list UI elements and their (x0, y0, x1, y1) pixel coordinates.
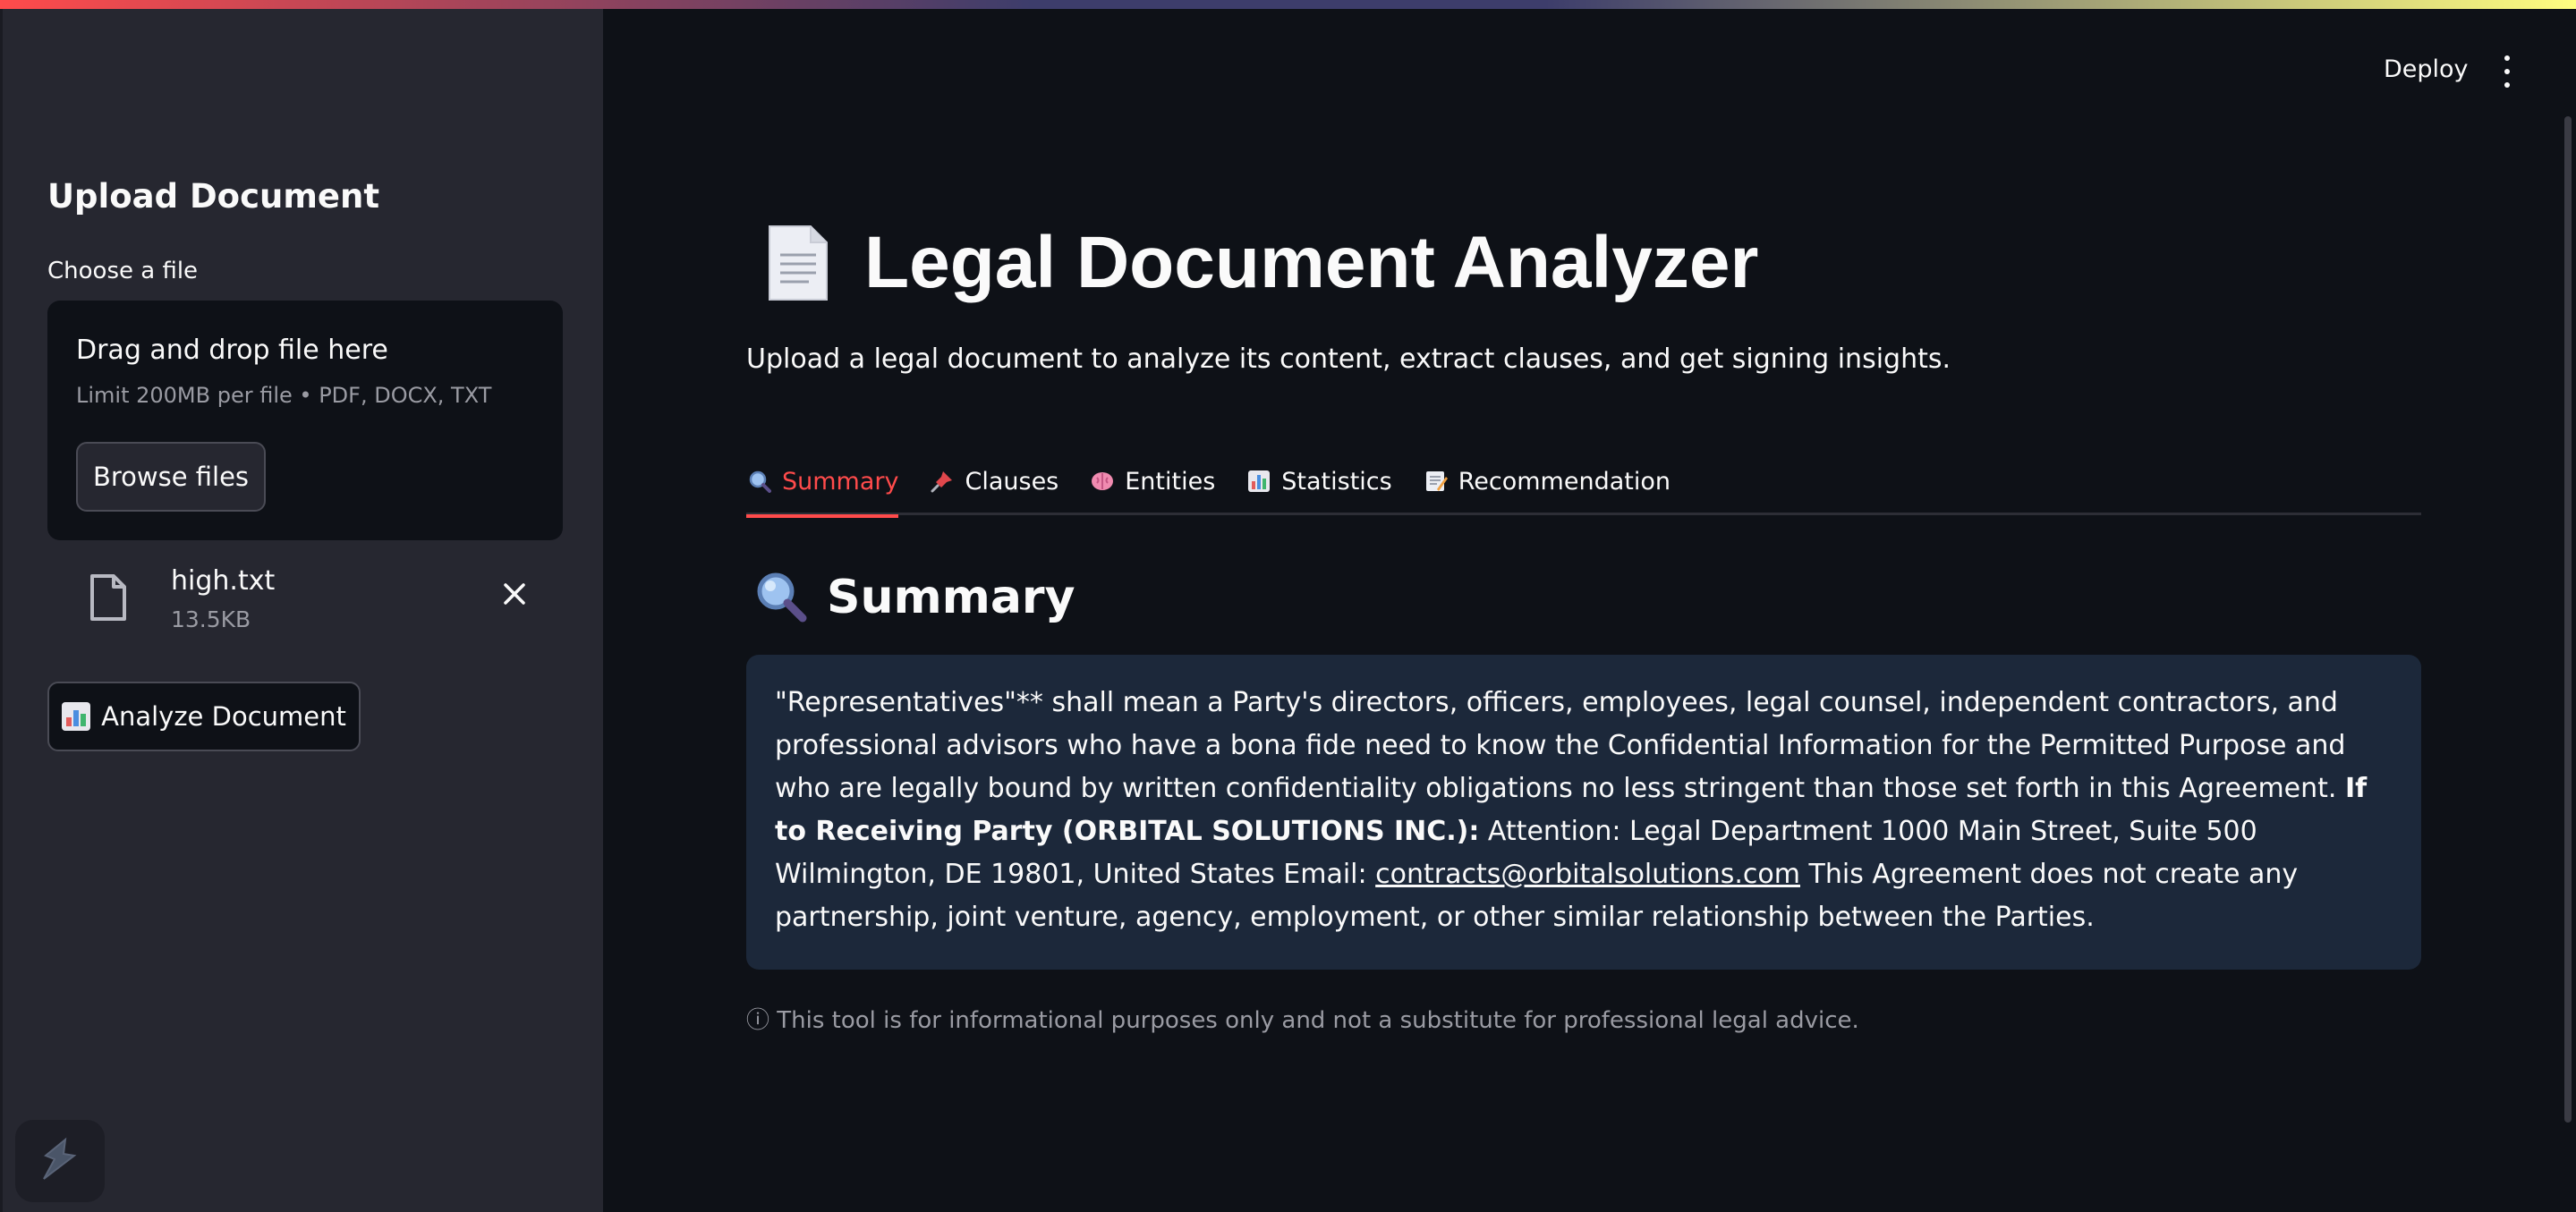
tab-summary-label: Summary (782, 467, 899, 496)
tab-statistics[interactable]: Statistics (1245, 456, 1392, 515)
analyze-button-label: Analyze Document (101, 701, 346, 732)
magnifier-icon (753, 569, 807, 626)
summary-box: "Representatives"** shall mean a Party's… (746, 655, 2421, 970)
uploaded-file-item: high.txt 13.5KB (47, 555, 563, 644)
file-name: high.txt (171, 565, 276, 597)
file-uploader-label: Choose a file (47, 258, 199, 284)
memo-icon (1423, 468, 1450, 495)
tab-statistics-label: Statistics (1281, 467, 1392, 496)
dropzone-title: Drag and drop file here (76, 335, 388, 366)
tab-bar: Summary Clauses Entities Statistics Reco… (746, 456, 2421, 518)
analyze-document-button[interactable]: Analyze Document (47, 682, 361, 751)
tab-clauses-label: Clauses (965, 467, 1059, 496)
sidebar-title: Upload Document (47, 177, 380, 216)
document-icon (764, 223, 832, 303)
page-title-row: Legal Document Analyzer (764, 218, 1758, 308)
summary-text-part1: "Representatives"** shall mean a Party's… (775, 687, 2346, 804)
top-decoration-stripe (0, 0, 2576, 9)
tab-recommendation[interactable]: Recommendation (1423, 456, 1671, 515)
section-title: Summary (827, 571, 1075, 624)
tab-entities-label: Entities (1125, 467, 1216, 496)
dropzone-limit: Limit 200MB per file • PDF, DOCX, TXT (76, 383, 492, 408)
browse-files-button[interactable]: Browse files (76, 442, 266, 512)
file-size: 13.5KB (171, 606, 251, 632)
page-title: Legal Document Analyzer (864, 222, 1759, 303)
brain-icon (1089, 468, 1116, 495)
main-menu-icon[interactable] (2496, 55, 2518, 88)
magnifier-icon (746, 468, 773, 495)
tab-recommendation-label: Recommendation (1458, 467, 1671, 496)
section-header: Summary (753, 562, 1075, 633)
sidebar: Upload Document Choose a file Drag and d… (0, 0, 603, 1212)
file-icon (89, 572, 128, 623)
tab-summary[interactable]: Summary (746, 456, 899, 518)
tab-entities[interactable]: Entities (1089, 456, 1215, 515)
pushpin-icon (929, 468, 956, 495)
summary-email-link[interactable]: contracts@orbitalsolutions.com (1375, 859, 1800, 890)
disclaimer-text: ⓘ This tool is for informational purpose… (746, 1007, 1859, 1034)
tab-clauses[interactable]: Clauses (929, 456, 1058, 515)
main-content: Legal Document Analyzer Upload a legal d… (746, 0, 2421, 1212)
streamlit-logo-icon[interactable] (15, 1120, 105, 1202)
file-dropzone[interactable]: Drag and drop file here Limit 200MB per … (47, 301, 563, 540)
close-icon[interactable] (495, 574, 534, 614)
bar-chart-icon (1245, 468, 1272, 495)
bar-chart-icon (62, 702, 91, 731)
page-subtitle: Upload a legal document to analyze its c… (746, 343, 1951, 375)
scrollbar[interactable] (2564, 116, 2572, 1123)
